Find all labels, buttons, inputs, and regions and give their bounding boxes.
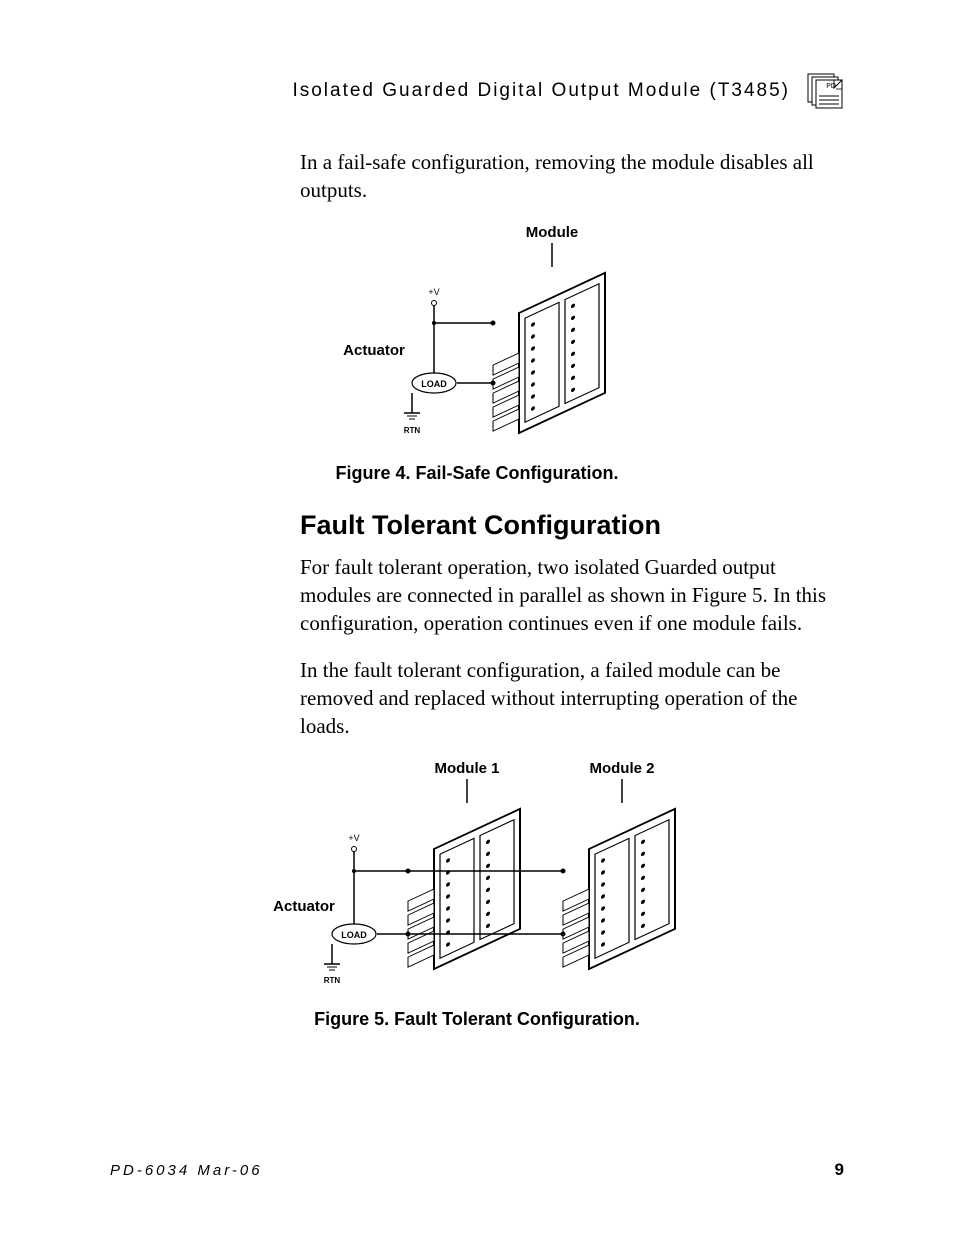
figure-4-caption: Figure 4. Fail-Safe Configuration. (110, 463, 844, 484)
header-title: Isolated Guarded Digital Output Module (… (292, 80, 790, 102)
page-header: Isolated Guarded Digital Output Module (… (110, 80, 844, 118)
para-ft-1: For fault tolerant operation, two isolat… (300, 553, 844, 638)
footer-doc-id: PD-6034 Mar-06 (110, 1162, 263, 1179)
footer-page-number: 9 (835, 1160, 844, 1180)
fig4-rtn-label: RTN (404, 426, 421, 435)
fig4-actuator-label: Actuator (343, 342, 405, 359)
fig5-module2-label: Module 2 (589, 760, 654, 777)
fig5-rtn-label: RTN (324, 976, 341, 985)
figure-5-caption: Figure 5. Fault Tolerant Configuration. (110, 1009, 844, 1030)
fig4-load-label: LOAD (421, 379, 447, 389)
para-intro: In a fail-safe configuration, removing t… (300, 148, 844, 205)
figure-4: Module Actuator +V LOAD RTN (110, 223, 844, 453)
fig4-v-label: +V (428, 287, 439, 297)
pd-label: PD (826, 83, 836, 90)
fig5-v-label: +V (348, 833, 359, 843)
fig5-load-label: LOAD (341, 930, 367, 940)
para-ft-2: In the fault tolerant configuration, a f… (300, 656, 844, 741)
fig5-actuator-label: Actuator (273, 898, 335, 915)
pd-stack-icon: PD (806, 72, 844, 110)
fig4-module-label: Module (526, 224, 579, 241)
heading-fault-tolerant: Fault Tolerant Configuration (300, 510, 844, 541)
figure-5: Module 1 Module 2 Actuator +V LOAD RTN (110, 759, 844, 999)
page-footer: PD-6034 Mar-06 9 (110, 1160, 844, 1180)
fig5-module1-label: Module 1 (434, 760, 499, 777)
